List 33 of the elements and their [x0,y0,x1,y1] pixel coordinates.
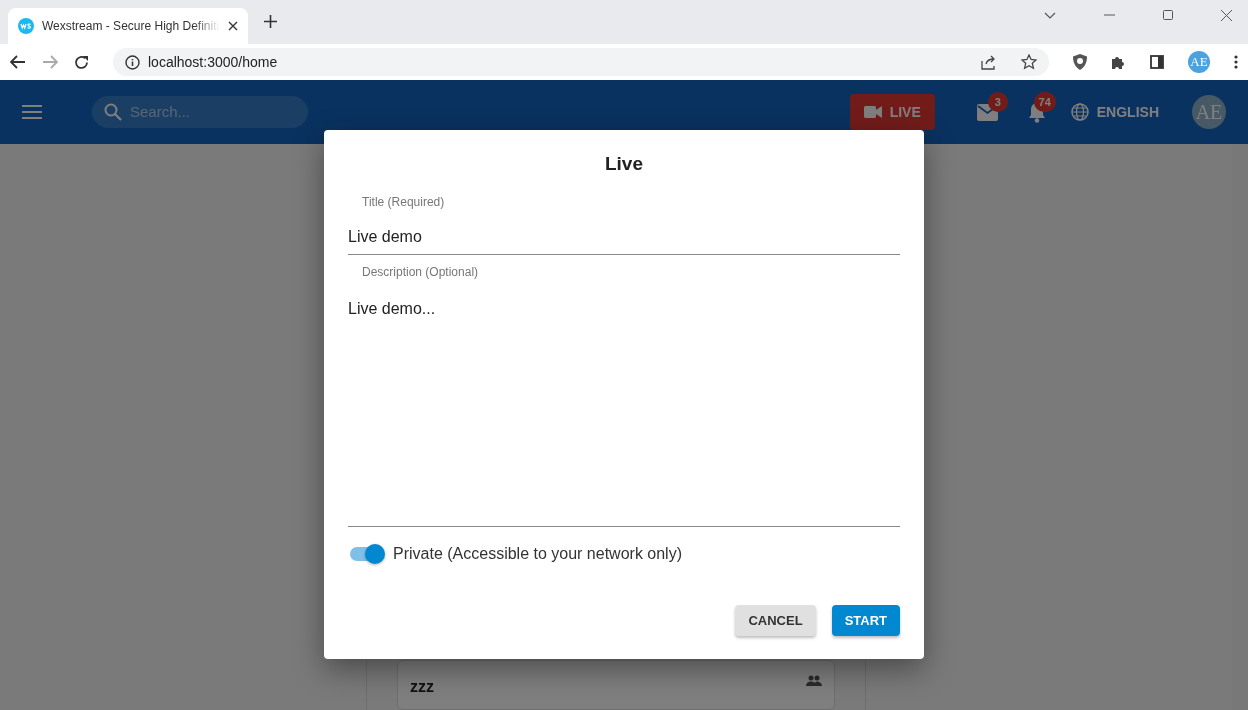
language-button[interactable]: ENGLISH [1069,100,1160,124]
back-icon[interactable] [10,55,26,69]
search-icon [104,103,122,121]
reload-icon[interactable] [74,54,89,70]
dialog-title: Live [604,152,644,176]
field-label: Title (Required) [361,193,446,211]
video-camera-icon [863,106,882,118]
side-panel-icon[interactable] [1150,55,1164,69]
field-label: Description (Optional) [361,263,480,281]
cancel-button[interactable]: CANCEL [735,605,816,636]
switch-label: Private (Accessible to your network only) [393,543,682,564]
post-title[interactable]: zzz [410,675,434,699]
info-icon [125,54,140,70]
address-bar[interactable]: localhost:3000/home [113,48,1049,76]
star-icon[interactable] [1021,54,1037,70]
share-icon[interactable] [981,54,997,70]
maximize-icon[interactable] [1163,10,1173,20]
unread-count: 3 [987,92,1008,112]
live-button[interactable]: LIVE [849,94,935,130]
private-switch[interactable] [348,543,385,564]
menu-icon[interactable] [1234,55,1238,69]
tab-search-icon[interactable] [1044,11,1056,19]
people-icon [806,675,822,686]
globe-icon [1070,103,1089,121]
start-button[interactable]: START [831,605,900,636]
puzzle-icon[interactable] [1111,54,1126,70]
close-icon[interactable] [1221,9,1232,21]
profile-avatar[interactable]: AE [1188,51,1210,73]
new-tab-icon[interactable] [264,15,277,28]
site-logo-icon [18,18,34,34]
notification-count: 74 [1033,92,1056,112]
close-icon[interactable] [228,21,238,31]
shield-icon[interactable] [1073,54,1087,70]
